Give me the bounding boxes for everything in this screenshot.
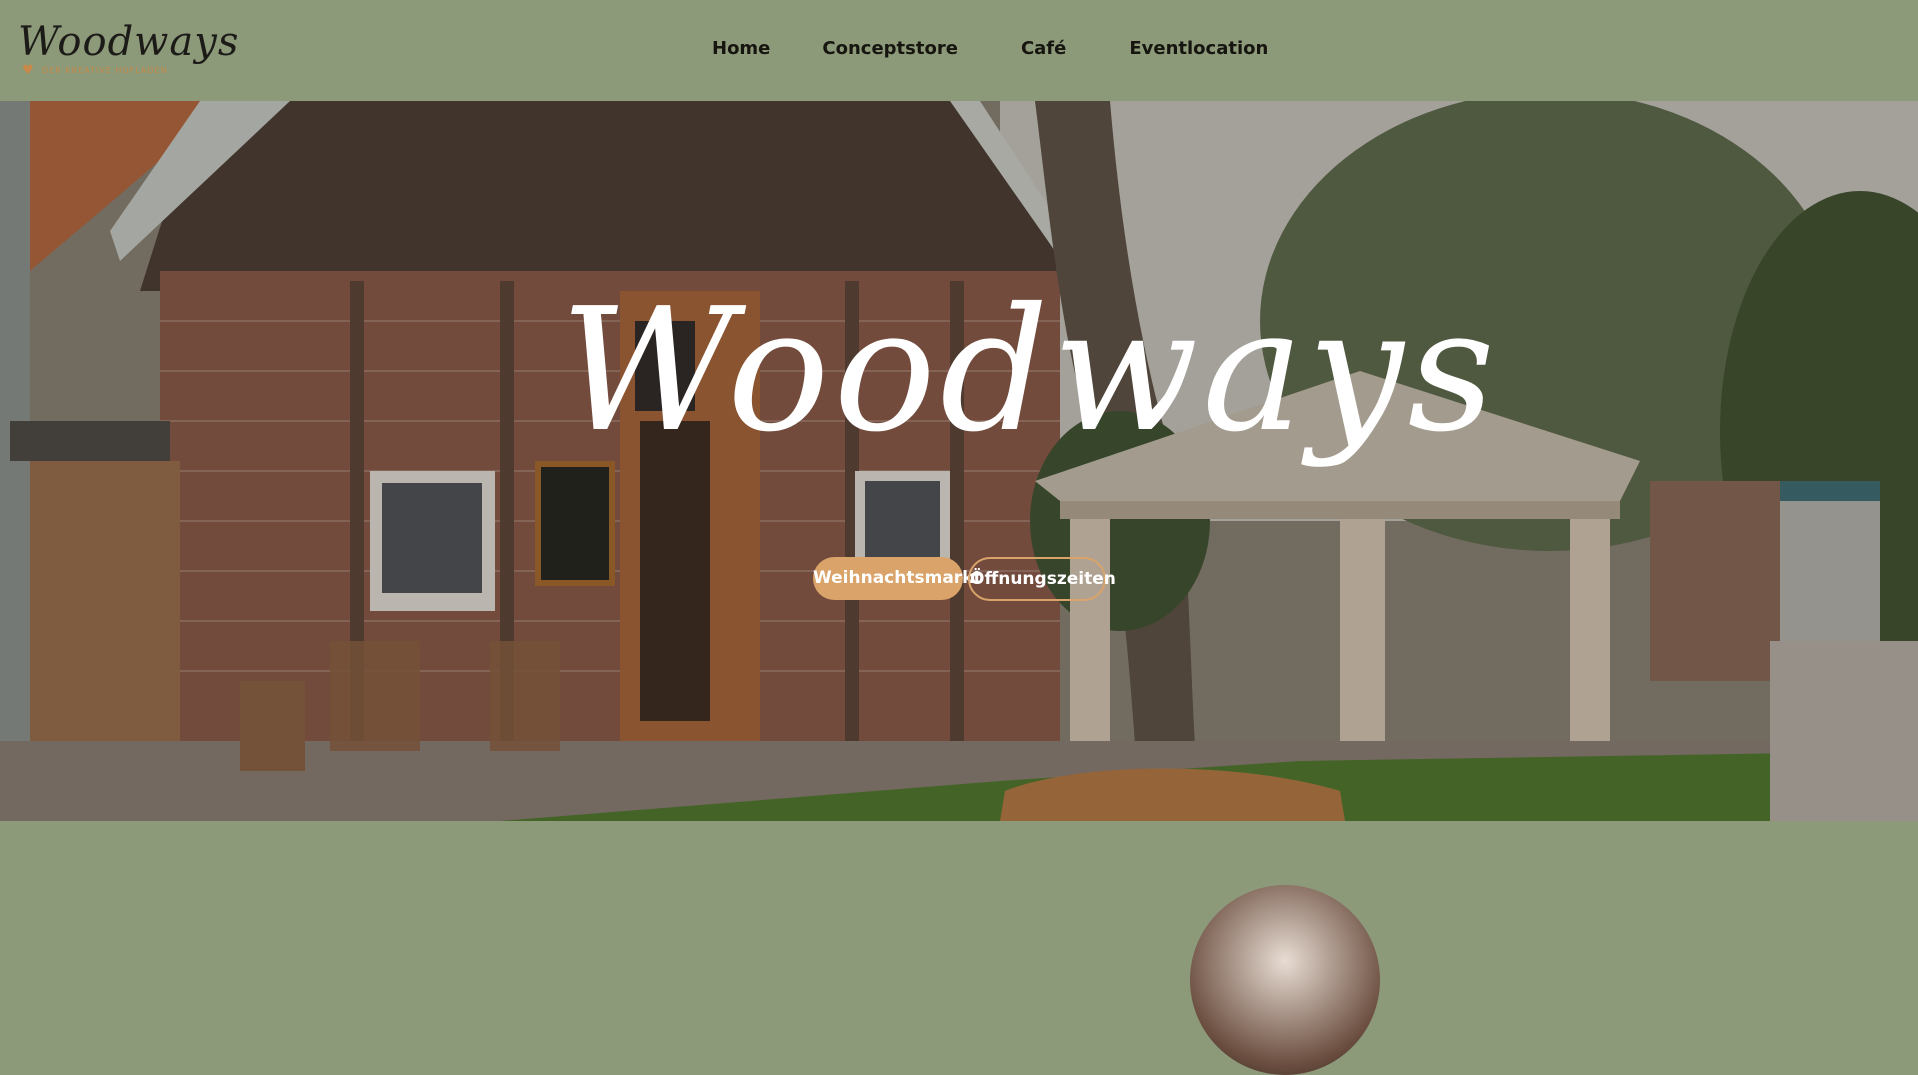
weihnachtsmarkt-button[interactable]: Weihnachtsmarkt [813,557,982,600]
site-logo[interactable]: Woodways ♥ DER KREATIVE HOFLADEN [18,16,238,82]
site-header: Woodways ♥ DER KREATIVE HOFLADEN Home Co… [0,0,1918,101]
content-section [0,821,1918,1075]
main-navigation: Home Conceptstore Café Eventlocation [694,36,1268,68]
nav-item-home[interactable]: Home [700,36,783,68]
active-nav-indicator [700,61,783,68]
nav-item-conceptstore[interactable]: Conceptstore [822,36,958,66]
nav-item-eventlocation[interactable]: Eventlocation [1129,36,1268,66]
heart-icon: ♥ [22,63,34,78]
nav-item-label: Conceptstore [822,38,958,59]
round-photo [1190,885,1380,1075]
hero-title-text: Woodways [560,272,1499,470]
nav-item-label: Café [1020,38,1067,59]
nav-item-cafe[interactable]: Café [1021,36,1066,66]
oeffnungszeiten-button[interactable]: Öffnungszeiten [968,557,1116,601]
hero-section: Woodways Weihnachtsmarkt Öffnungszeiten [0,101,1918,821]
nav-item-label: Home [712,38,771,59]
hero-title: Woodways [560,271,1495,501]
logo-tagline: DER KREATIVE HOFLADEN [42,66,168,75]
logo-wordmark: Woodways [18,19,240,65]
nav-item-label: Eventlocation [1129,38,1269,59]
